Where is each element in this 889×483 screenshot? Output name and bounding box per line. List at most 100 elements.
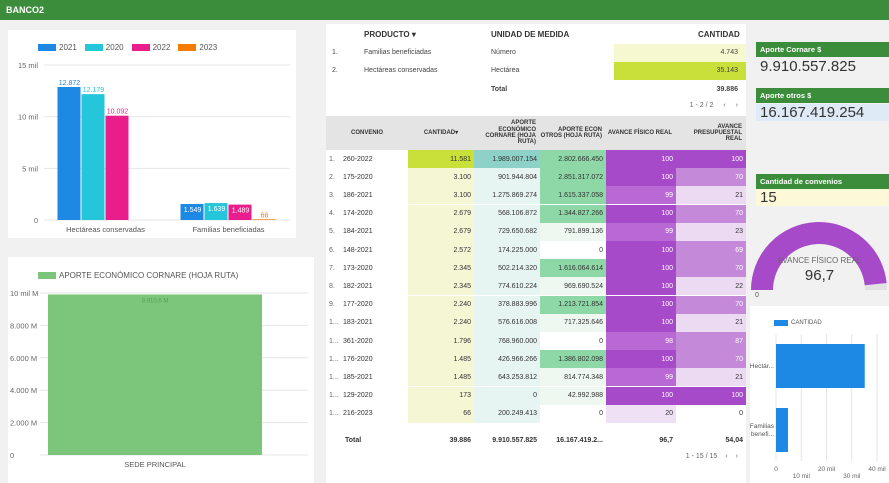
aporte-cornare-cell: 643.253.812 [474, 368, 540, 387]
x-tick-label: SEDE PRINCIPAL [124, 460, 186, 469]
row-index: 1. [332, 49, 338, 56]
pager-label: 1 - 2 / 2 [689, 102, 714, 109]
aporte-otros-cell: 717.325.646 [540, 313, 606, 332]
convenio-id: 176-2020 [343, 355, 373, 363]
aporte-cornare-cell: 502.214.320 [474, 259, 540, 278]
avance-fisico-cell: 99 [606, 186, 676, 205]
aporte-cornare-cell: 768.960.000 [474, 332, 540, 350]
aporte-otros-cell: 814.774.348 [540, 368, 606, 387]
avance-fisico-cell: 100 [606, 295, 676, 314]
pagination: 1 - 15 / 15 ‹ › [686, 453, 738, 460]
product-quantity: 35.143 [716, 67, 738, 74]
avance-presupuestal-cell: 70 [676, 204, 746, 223]
aporte-otros-cell: 2.802.666.450 [540, 150, 606, 168]
cantidad-cell: 1.485 [408, 368, 474, 387]
gauge-min: 0 [755, 292, 759, 299]
data-label: 1.489 [232, 208, 250, 215]
bar [252, 219, 276, 220]
kpi-aporte-cornare-title: Aporte Cornare $ [756, 42, 889, 57]
col-header[interactable]: AVANCE PRESUPUESTAL REAL [676, 116, 746, 150]
avance-fisico-cell: 100 [606, 241, 676, 259]
avance-fisico-cell: 100 [606, 168, 676, 187]
aporte-cornare-cell: 729.650.682 [474, 222, 540, 241]
avance-presupuestal-cell: 70 [676, 168, 746, 187]
y-tick-label: 10 mil [18, 113, 38, 122]
y-tick-label: 0 [10, 451, 14, 460]
next-page-icon[interactable]: › [736, 453, 738, 460]
data-label: 12.179 [83, 87, 105, 94]
cantidad-cell: 2.345 [408, 277, 474, 296]
total-label: Total [491, 86, 508, 93]
col-header[interactable]: AVANCE FÍSICO REAL [606, 116, 676, 150]
y-tick-label: 6.000 M [10, 354, 37, 363]
avance-presupuestal-cell: 0 [676, 404, 746, 423]
avance-fisico-cell: 100 [606, 386, 676, 405]
avance-presupuestal-cell: 21 [676, 313, 746, 332]
prev-page-icon[interactable]: ‹ [725, 453, 727, 460]
cantidad-cell: 2.240 [408, 295, 474, 314]
aporte-cornare-cell: 1.989.007.154 [474, 150, 540, 168]
prev-page-icon[interactable]: ‹ [723, 102, 725, 109]
col-header[interactable]: CONVENIO [326, 116, 408, 150]
avance-presupuestal-cell: 87 [676, 332, 746, 350]
product-name: Hectáreas conservadas [364, 67, 438, 74]
kpi-aporte-otros-title: Aporte otros $ [756, 88, 889, 103]
aporte-otros-cell: 969.690.524 [540, 277, 606, 296]
col-header-label: CANTIDAD [423, 129, 456, 136]
product-unit: Hectárea [491, 67, 520, 74]
product-quantity: 4.743 [720, 49, 738, 56]
cantidad-cell: 1.485 [408, 350, 474, 369]
col-header[interactable]: APORTE ECON OTROS (HOJA RUTA) [540, 116, 606, 150]
y-tick-label: 0 [34, 216, 38, 225]
pager-label: 1 - 15 / 15 [685, 453, 718, 460]
convenio-id: 184-2021 [343, 228, 373, 236]
convenio-id: 183-2021 [343, 319, 373, 327]
grouped-bar-chart: 15 mil 10 mil 5 mil 0 12.87212.179 10.092 Hect… [18, 61, 290, 234]
avance-presupuestal-cell: 70 [676, 259, 746, 278]
cantidad-cell: 3.100 [408, 168, 474, 187]
col-header-cantidad[interactable]: CANTIDAD [698, 30, 740, 39]
convenios-table: CONVENIO CANTIDAD ▾ APORTE ECONÓMICO CORNA… [326, 116, 746, 483]
col-header-unidad[interactable]: UNIDAD DE MEDIDA [491, 30, 569, 39]
avance-fisico-cell: 100 [606, 150, 676, 168]
avance-presupuestal-cell: 23 [676, 222, 746, 241]
gauge-title: AVANCE FÍSICO REAL [777, 256, 862, 265]
cantidad-cell: 2.240 [408, 313, 474, 332]
grouped-bar-chart-panel: 2021 2020 2022 2023 15 mil 10 mil 5 mil 0 12.87… [8, 30, 296, 238]
col-header-producto[interactable]: PRODUCTO ▾ [364, 30, 416, 39]
avance-fisico-cell: 99 [606, 222, 676, 241]
col-header-label: APORTE ECON OTROS (HOJA RUTA) [540, 126, 602, 139]
pagination: 1 - 2 / 2 ‹ › [690, 102, 738, 109]
data-label: 66 [261, 212, 269, 219]
cantidad-hbar-panel: CANTIDAD 0 10 mil 20 mil 30 mil 40 mil Hectár… [750, 306, 889, 483]
col-header-label: APORTE ECONÓMICO CORNARE (HOJA RUTA) [485, 120, 536, 146]
x-tick-label: 20 mil [818, 466, 836, 473]
avance-presupuestal-cell: 21 [676, 368, 746, 387]
cantidad-cell: 3.100 [408, 186, 474, 205]
aporte-cornare-cell: 576.616.008 [474, 313, 540, 332]
convenio-id: 174-2020 [343, 210, 373, 218]
avance-fisico-cell: 20 [606, 404, 676, 423]
col-header[interactable]: CANTIDAD ▾ [408, 116, 474, 150]
gauge-value: 96,7 [804, 267, 835, 284]
next-page-icon[interactable]: › [736, 102, 738, 109]
avance-presupuestal-cell: 22 [676, 277, 746, 296]
convenio-id: 260-2022 [343, 155, 373, 163]
col-header[interactable]: APORTE ECONÓMICO CORNARE (HOJA RUTA) [474, 116, 540, 150]
x-tick-label: 0 [774, 466, 778, 473]
aporte-otros-cell: 0 [540, 332, 606, 350]
y-tick-label: 15 mil [18, 61, 38, 70]
product-table: PRODUCTO ▾ UNIDAD DE MEDIDA CANTIDAD 1. … [326, 24, 746, 116]
aporte-otros-cell: 1.213.721.854 [540, 295, 606, 314]
data-label: 1.639 [208, 206, 226, 213]
y-tick-label: Familias [750, 423, 775, 430]
bar [48, 294, 262, 455]
total-value: 96,7 [659, 436, 673, 444]
y-tick-label: 4.000 M [10, 386, 37, 395]
total-value: 39.886 [449, 436, 471, 444]
total-value: 9.910.557.825 [492, 436, 537, 444]
sort-desc-icon: ▾ [455, 129, 459, 136]
avance-presupuestal-cell: 100 [676, 150, 746, 168]
aporte-cornare-cell: 174.225.000 [474, 241, 540, 259]
aporte-cornare-chart-panel: APORTE ECONÓMICO CORNARE (HOJA RUTA) 10 … [8, 257, 314, 483]
